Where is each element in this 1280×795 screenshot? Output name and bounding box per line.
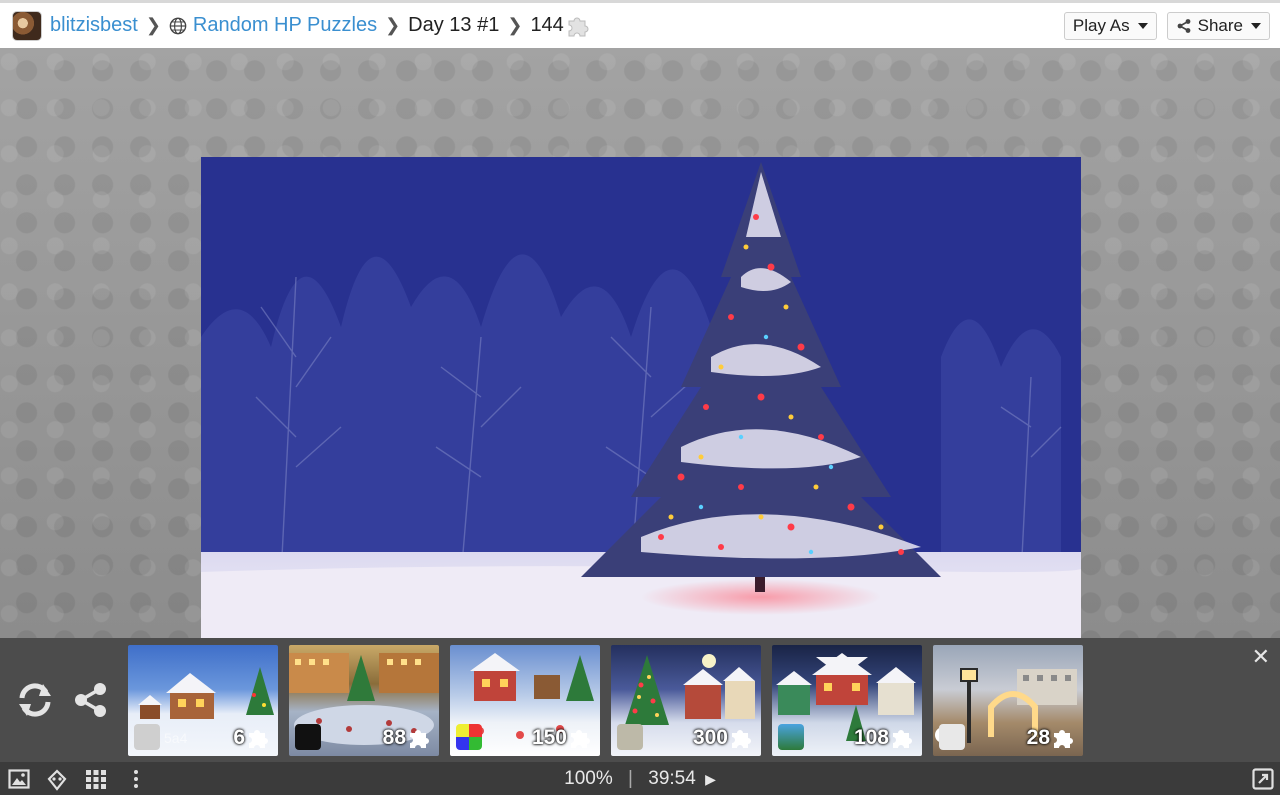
timer: 39:54	[648, 768, 696, 789]
thumbnail-user: 5a4	[164, 730, 188, 746]
suggestion-thumbnail[interactable]: 5a4 6	[128, 645, 278, 756]
play-icon[interactable]: ▶	[705, 771, 716, 787]
puzzle-piece-icon	[893, 730, 912, 748]
status-separator: |	[628, 768, 633, 789]
thumbnail-piece-count-value: 88	[382, 726, 406, 749]
zoom-level[interactable]: 100%	[564, 768, 613, 789]
thumbnail-piece-count-value: 108	[853, 726, 889, 749]
piece-count: 144	[530, 14, 564, 36]
thumbnail-piece-count: 28	[1027, 726, 1075, 750]
puzzle-image[interactable]	[201, 157, 1081, 638]
puzzle-piece-icon	[571, 730, 590, 748]
puzzle-piece-icon	[732, 730, 751, 748]
thumbnail-piece-count: 88	[383, 726, 431, 750]
breadcrumb-collection-link[interactable]: Random HP Puzzles	[193, 14, 377, 37]
suggestion-thumbnail[interactable]: 150	[450, 645, 600, 756]
suggestion-thumbnail[interactable]: 88	[289, 645, 439, 756]
user-avatar	[295, 724, 321, 750]
chevron-down-icon	[1251, 22, 1261, 29]
breadcrumb: blitzisbest ❯ Random HP Puzzles ❯ Day 13…	[12, 10, 1054, 41]
thumbnail-piece-count: 108	[854, 726, 914, 750]
suggestion-thumbnail[interactable]: 300	[611, 645, 761, 756]
suggestion-thumbnail[interactable]: 28	[933, 645, 1083, 756]
thumbnail-piece-count: 300	[693, 726, 753, 750]
user-avatar	[778, 724, 804, 750]
thumbnail-piece-count-value: 6	[233, 726, 245, 749]
chevron-down-icon	[1137, 22, 1148, 29]
thumbnail-piece-count-value: 300	[692, 726, 728, 749]
puzzle-piece-icon	[249, 730, 268, 748]
thumbnail-piece-count-value: 28	[1026, 726, 1050, 749]
globe-icon	[169, 17, 187, 34]
thumbnail-piece-count: 6	[233, 726, 270, 750]
puzzle-piece-icon	[568, 17, 589, 36]
breadcrumb-separator-icon: ❯	[507, 15, 523, 35]
puzzle-piece-icon	[1054, 730, 1073, 748]
puzzle-suggestions-strip: 5a4 6 88 150 300 108 28 ✕	[0, 638, 1280, 762]
user-avatar	[617, 724, 643, 750]
thumbnail-piece-count-value: 150	[531, 726, 567, 749]
top-bar: blitzisbest ❯ Random HP Puzzles ❯ Day 13…	[0, 0, 1280, 48]
share-icon	[1177, 18, 1191, 33]
play-as-label: Play As	[1072, 15, 1130, 35]
puzzle-piece-icon	[410, 730, 429, 748]
share-icon[interactable]	[72, 682, 110, 718]
fullscreen-icon[interactable]	[1252, 768, 1274, 790]
puzzle-title: Day 13 #1	[408, 14, 500, 36]
user-avatar[interactable]	[12, 10, 42, 41]
refresh-icon[interactable]	[16, 682, 54, 718]
status-readout: 100% | 39:54 ▶	[0, 768, 1280, 790]
breadcrumb-user-link[interactable]: blitzisbest	[50, 14, 138, 37]
share-button[interactable]: Share	[1166, 11, 1270, 40]
play-as-button[interactable]: Play As	[1063, 11, 1157, 40]
user-avatar	[456, 724, 482, 750]
close-icon[interactable]: ✕	[1252, 646, 1270, 668]
breadcrumb-separator-icon: ❯	[145, 15, 161, 35]
share-label: Share	[1197, 15, 1243, 35]
suggestion-thumbnail[interactable]: 108	[772, 645, 922, 756]
user-avatar	[134, 724, 160, 750]
user-avatar	[939, 724, 965, 750]
breadcrumb-separator-icon: ❯	[385, 15, 401, 35]
thumbnail-piece-count: 150	[532, 726, 592, 750]
bottom-toolbar: 100% | 39:54 ▶	[0, 762, 1280, 795]
